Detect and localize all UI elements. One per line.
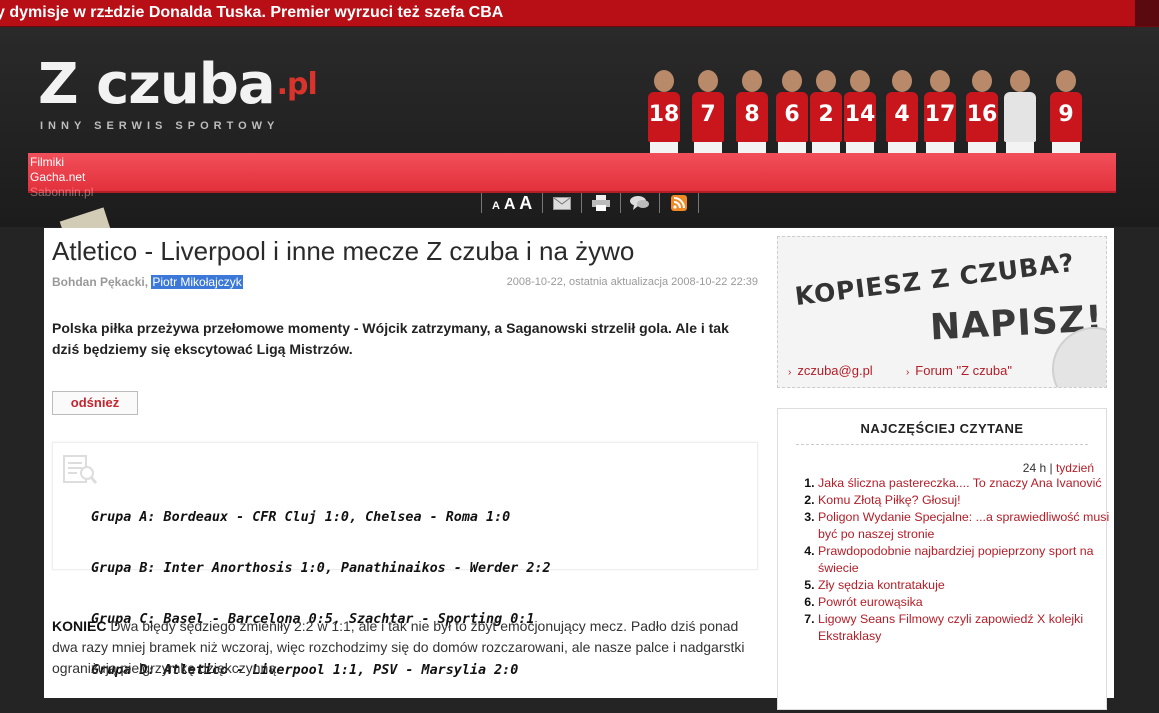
player-number: 18 (648, 92, 680, 142)
group-result-line: Grupa A: Bordeaux - CFR Cluj 1:0, Chelse… (91, 510, 511, 525)
email-link[interactable]: zczuba@g.pl (797, 363, 872, 378)
font-medium-button[interactable]: A (504, 196, 515, 213)
most-read-title: NAJCZĘŚCIEJ CZYTANE (796, 421, 1088, 445)
list-item: Powrót eurowąsika (818, 594, 1114, 611)
body-paragraph: Dwa błędy sędziego zmieniły 2:2 w 1:1, a… (52, 618, 745, 676)
most-read-box: NAJCZĘŚCIEJ CZYTANE 24 h | tydzień Jaka … (777, 408, 1109, 710)
player-figure: 17 (924, 70, 956, 158)
article-dates: 2008-10-22, ostatnia aktualizacja 2008-1… (506, 276, 758, 288)
toolbar-separator (481, 193, 482, 213)
site-tagline: INNY SERWIS SPORTOWY (40, 120, 280, 132)
player-number: 16 (966, 92, 998, 142)
list-item: Ligowy Seans Filmowy czyli zapowiedź X k… (818, 611, 1114, 645)
player-number: 2 (810, 92, 842, 142)
player-figure: 9 (1050, 70, 1082, 158)
header-link-sabonnin[interactable]: Sabonnin.pl (30, 185, 93, 200)
font-small-button[interactable]: A (492, 200, 500, 212)
most-read-link[interactable]: Komu Złotą Piłkę? Głosuj! (818, 493, 961, 507)
tab-week[interactable]: tydzień (1056, 461, 1094, 475)
article-body: KONIEC Dwa błędy sędziego zmieniły 2:2 w… (52, 616, 756, 679)
content-panel: Atletico - Liverpool i inne mecze Z czub… (44, 228, 1114, 710)
toolbar-separator (698, 193, 700, 213)
tab-separator: | (1049, 461, 1053, 475)
player-figure: 8 (736, 70, 768, 158)
results-box: Grupa A: Bordeaux - CFR Cluj 1:0, Chelse… (52, 442, 758, 678)
most-read-link[interactable]: Jaka śliczna pastereczka.... To znaczy A… (818, 476, 1102, 490)
toolbar-separator (620, 193, 622, 213)
group-result-line: Grupa B: Inter Anorthosis 1:0, Panathina… (91, 561, 551, 576)
bullet-icon: › (788, 367, 792, 378)
player-number: 9 (1050, 92, 1082, 142)
forum-link[interactable]: Forum "Z czuba" (915, 363, 1012, 378)
player-figure: 4 (886, 70, 918, 158)
player-figure: 14 (844, 70, 876, 158)
author-name[interactable]: Bohdan Pękacki, (52, 275, 148, 289)
comments-icon[interactable] (629, 194, 651, 212)
player-figure: 2 (810, 70, 842, 158)
player-figure: 16 (966, 70, 998, 158)
list-item: Poligon Wydanie Specjalne: ...a sprawied… (818, 509, 1114, 543)
ticker-text[interactable]: y dymisje w rz±dzie Donalda Tuska. Premi… (0, 0, 503, 26)
logo-suffix: .pl (276, 67, 318, 102)
toolbar-separator (542, 193, 544, 213)
toolbar-separator (581, 193, 583, 213)
ticker-corner (1135, 0, 1159, 26)
player-number: 17 (924, 92, 956, 142)
news-ticker[interactable]: y dymisje w rz±dzie Donalda Tuska. Premi… (0, 0, 1159, 27)
most-read-link[interactable]: Ligowy Seans Filmowy czyli zapowiedź X k… (818, 612, 1083, 643)
header-links: Filmiki Gacha.net Sabonnin.pl (30, 155, 93, 200)
list-item: Prawdopodobnie najbardziej popieprzony s… (818, 543, 1114, 577)
site-logo[interactable]: Z czuba.pl (38, 52, 318, 117)
player-number: 8 (736, 92, 768, 142)
player-number: 4 (886, 92, 918, 142)
toolbar-separator (659, 193, 661, 213)
most-read-tabs: 24 h | tydzień (1023, 461, 1094, 475)
article-lead: Polska piłka przeżywa przełomowe momenty… (52, 320, 729, 357)
logo-main: Z czuba (38, 52, 276, 117)
article-toolbar: A A A (477, 192, 703, 214)
player-figure: 6 (776, 70, 808, 158)
author-name-selected[interactable]: Piotr Mikołajczyk (151, 275, 243, 289)
player-number (1004, 92, 1036, 142)
article-title: Atletico - Liverpool i inne mecze Z czub… (52, 236, 635, 266)
bullet-icon: › (905, 367, 910, 378)
header-players-image: 18 7 8 6 2 14 4 17 16 9 (640, 40, 1110, 158)
player-figure: 7 (692, 70, 724, 158)
rss-icon[interactable] (668, 194, 690, 212)
sidebar-ad-banner[interactable]: KOPIESZ Z CZUBA? NAPISZ! › zczuba@g.pl › F… (777, 236, 1107, 388)
header-link-filmiki[interactable]: Filmiki (30, 155, 93, 170)
email-icon[interactable] (551, 194, 573, 212)
most-read-link[interactable]: Prawdopodobnie najbardziej popieprzony s… (818, 544, 1094, 575)
ad-links: › zczuba@g.pl › Forum "Z czuba" (788, 363, 1012, 378)
list-item: Zły sędzia kontratakuje (818, 577, 1114, 594)
list-item: Komu Złotą Piłkę? Głosuj! (818, 492, 1114, 509)
player-number: 7 (692, 92, 724, 142)
most-read-link[interactable]: Poligon Wydanie Specjalne: ...a sprawied… (818, 510, 1109, 541)
header-red-bar (28, 153, 1116, 193)
player-figure: 18 (648, 70, 680, 158)
most-read-link[interactable]: Zły sędzia kontratakuje (818, 578, 945, 592)
player-number: 6 (776, 92, 808, 142)
print-icon[interactable] (590, 194, 612, 212)
refresh-button[interactable]: odśnież (52, 391, 138, 415)
goalkeeper-figure (1004, 70, 1036, 158)
font-size-controls: A A A (486, 193, 538, 214)
tab-24h[interactable]: 24 h (1023, 461, 1046, 475)
body-bold-lead: KONIEC (52, 618, 107, 634)
header-link-gacha[interactable]: Gacha.net (30, 170, 93, 185)
most-read-link[interactable]: Powrót eurowąsika (818, 595, 923, 609)
most-read-list: Jaka śliczna pastereczka.... To znaczy A… (798, 475, 1114, 645)
list-item: Jaka śliczna pastereczka.... To znaczy A… (818, 475, 1114, 492)
article-byline: Bohdan Pękacki, Piotr Mikołajczyk (52, 275, 243, 289)
player-number: 14 (844, 92, 876, 142)
font-large-button[interactable]: A (519, 193, 532, 213)
